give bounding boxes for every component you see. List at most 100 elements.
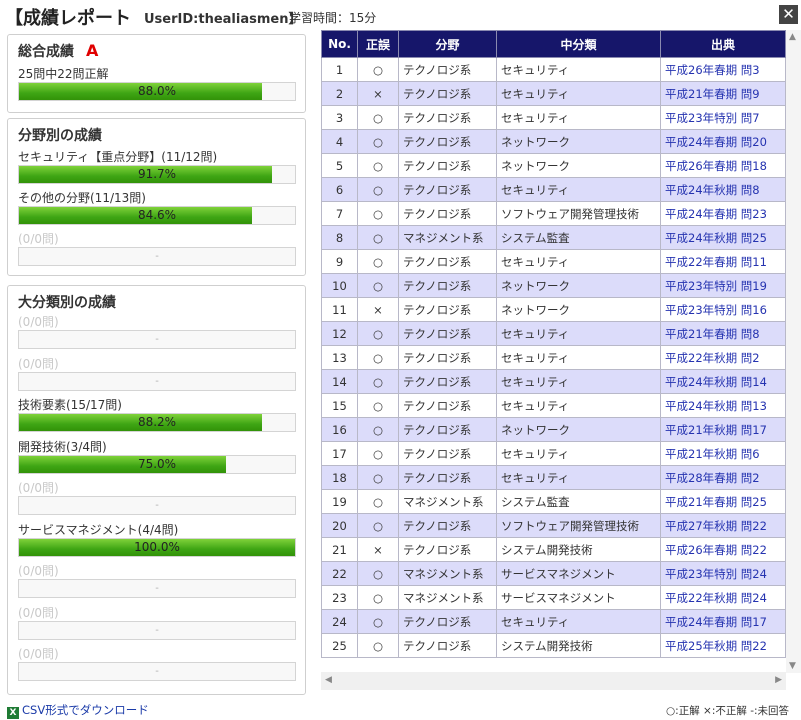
table-row[interactable]: 7 ○ テクノロジ系 ソフトウェア開発管理技術 平成24年春期 問23 — [321, 201, 786, 226]
cell-no: 13 — [321, 345, 358, 370]
table-row[interactable]: 21 × テクノロジ系 システム開発技術 平成26年春期 問22 — [321, 537, 786, 562]
cell-field: テクノロジ系 — [398, 369, 497, 394]
results-table: No. 正誤 分野 中分類 出典 1 ○ テクノロジ系 セキュリティ 平成26年春期 問… — [321, 30, 786, 658]
table-row[interactable]: 13 ○ テクノロジ系 セキュリティ 平成22年秋期 問2 — [321, 345, 786, 370]
cell-subcategory: サービスマネジメント — [496, 561, 661, 586]
cell-no: 18 — [321, 465, 358, 490]
cell-no: 2 — [321, 81, 358, 106]
field-results-panel: 分野別の成績 セキュリティ【重点分野】(11/12問) 91.7% その他の分野(1… — [7, 118, 306, 276]
table-row[interactable]: 5 ○ テクノロジ系 ネットワーク 平成26年春期 問18 — [321, 153, 786, 178]
horizontal-scrollbar[interactable]: ◀ ▶ — [321, 672, 786, 690]
table-row[interactable]: 1 ○ テクノロジ系 セキュリティ 平成26年春期 問3 — [321, 57, 786, 82]
table-row[interactable]: 2 × テクノロジ系 セキュリティ 平成21年春期 問9 — [321, 81, 786, 106]
cell-no: 23 — [321, 585, 358, 610]
major-item-progress-bar: 100.0% — [18, 537, 296, 557]
csv-download-link[interactable]: X CSV形式でダウンロード — [7, 702, 149, 719]
table-row[interactable]: 6 ○ テクノロジ系 セキュリティ 平成24年秋期 問8 — [321, 177, 786, 202]
major-item-progress-text: - — [155, 624, 159, 636]
vertical-scrollbar[interactable]: ▲ ▼ — [786, 30, 801, 673]
cell-source[interactable]: 平成26年春期 問18 — [660, 153, 786, 178]
cell-result: ○ — [357, 369, 399, 394]
table-row[interactable]: 14 ○ テクノロジ系 セキュリティ 平成24年秋期 問14 — [321, 369, 786, 394]
cell-source[interactable]: 平成22年春期 問11 — [660, 249, 786, 274]
cell-subcategory: サービスマネジメント — [496, 585, 661, 610]
cell-source[interactable]: 平成25年秋期 問22 — [660, 633, 786, 658]
table-row[interactable]: 22 ○ マネジメント系 サービスマネジメント 平成23年特別 問24 — [321, 561, 786, 586]
cell-source[interactable]: 平成24年秋期 問13 — [660, 393, 786, 418]
cell-source[interactable]: 平成23年特別 問16 — [660, 297, 786, 322]
cell-field: テクノロジ系 — [398, 273, 497, 298]
col-header-result[interactable]: 正誤 — [357, 30, 399, 58]
table-row[interactable]: 19 ○ マネジメント系 システム監査 平成21年春期 問25 — [321, 489, 786, 514]
cell-subcategory: セキュリティ — [496, 393, 661, 418]
table-row[interactable]: 17 ○ テクノロジ系 セキュリティ 平成21年秋期 問6 — [321, 441, 786, 466]
cell-source[interactable]: 平成24年秋期 問14 — [660, 369, 786, 394]
cell-source[interactable]: 平成28年春期 問2 — [660, 465, 786, 490]
cell-source[interactable]: 平成21年秋期 問17 — [660, 417, 786, 442]
table-row[interactable]: 23 ○ マネジメント系 サービスマネジメント 平成22年秋期 問24 — [321, 585, 786, 610]
cell-no: 3 — [321, 105, 358, 130]
cell-source[interactable]: 平成22年秋期 問24 — [660, 585, 786, 610]
table-row[interactable]: 16 ○ テクノロジ系 ネットワーク 平成21年秋期 問17 — [321, 417, 786, 442]
table-row[interactable]: 8 ○ マネジメント系 システム監査 平成24年秋期 問25 — [321, 225, 786, 250]
cell-source[interactable]: 平成26年春期 問3 — [660, 57, 786, 82]
scroll-up-arrow-icon[interactable]: ▲ — [789, 32, 796, 42]
major-item-progress-bar: - — [18, 496, 296, 515]
cell-no: 20 — [321, 513, 358, 538]
table-row[interactable]: 20 ○ テクノロジ系 ソフトウェア開発管理技術 平成27年秋期 問22 — [321, 513, 786, 538]
table-row[interactable]: 3 ○ テクノロジ系 セキュリティ 平成23年特別 問7 — [321, 105, 786, 130]
col-header-no[interactable]: No. — [321, 30, 358, 58]
cell-source[interactable]: 平成21年春期 問25 — [660, 489, 786, 514]
cell-source[interactable]: 平成21年春期 問9 — [660, 81, 786, 106]
cell-result: ○ — [357, 153, 399, 178]
cell-field: テクノロジ系 — [398, 129, 497, 154]
cell-source[interactable]: 平成23年特別 問7 — [660, 105, 786, 130]
cell-source[interactable]: 平成21年春期 問8 — [660, 321, 786, 346]
table-row[interactable]: 25 ○ テクノロジ系 システム開発技術 平成25年秋期 問22 — [321, 633, 786, 658]
cell-source[interactable]: 平成22年秋期 問2 — [660, 345, 786, 370]
scroll-down-arrow-icon[interactable]: ▼ — [789, 661, 796, 671]
close-button[interactable]: ✕ — [779, 5, 798, 24]
col-header-field[interactable]: 分野 — [398, 30, 497, 58]
table-row[interactable]: 24 ○ テクノロジ系 セキュリティ 平成24年春期 問17 — [321, 609, 786, 634]
cell-source[interactable]: 平成21年秋期 問6 — [660, 441, 786, 466]
scroll-left-arrow-icon[interactable]: ◀ — [325, 675, 332, 685]
cell-source[interactable]: 平成26年春期 問22 — [660, 537, 786, 562]
table-row[interactable]: 4 ○ テクノロジ系 ネットワーク 平成24年春期 問20 — [321, 129, 786, 154]
cell-no: 12 — [321, 321, 358, 346]
cell-source[interactable]: 平成27年秋期 問22 — [660, 513, 786, 538]
cell-field: テクノロジ系 — [398, 609, 497, 634]
cell-subcategory: ソフトウェア開発管理技術 — [496, 513, 661, 538]
excel-file-icon: X — [7, 707, 19, 719]
cell-result: ○ — [357, 105, 399, 130]
cell-source[interactable]: 平成24年春期 問23 — [660, 201, 786, 226]
results-table-container[interactable]: No. 正誤 分野 中分類 出典 1 ○ テクノロジ系 セキュリティ 平成26年春期 問… — [321, 30, 786, 658]
table-header-row: No. 正誤 分野 中分類 出典 — [321, 30, 786, 58]
cell-source[interactable]: 平成24年秋期 問25 — [660, 225, 786, 250]
major-item-progress-text: - — [155, 500, 159, 511]
col-header-source[interactable]: 出典 — [660, 30, 786, 58]
field-item-label: (0/0問) — [18, 232, 59, 246]
cell-source[interactable]: 平成23年特別 問24 — [660, 561, 786, 586]
table-row[interactable]: 11 × テクノロジ系 ネットワーク 平成23年特別 問16 — [321, 297, 786, 322]
cell-source[interactable]: 平成24年春期 問20 — [660, 129, 786, 154]
major-item-label: (0/0問) — [18, 481, 59, 495]
table-row[interactable]: 9 ○ テクノロジ系 セキュリティ 平成22年春期 問11 — [321, 249, 786, 274]
scroll-right-arrow-icon[interactable]: ▶ — [775, 675, 782, 685]
table-row[interactable]: 18 ○ テクノロジ系 セキュリティ 平成28年春期 問2 — [321, 465, 786, 490]
cell-no: 6 — [321, 177, 358, 202]
cell-result: ○ — [357, 345, 399, 370]
cell-source[interactable]: 平成24年秋期 問8 — [660, 177, 786, 202]
overall-progress-text: 88.0% — [137, 84, 177, 98]
major-heading: 大分類別の成績 — [18, 295, 116, 311]
cell-no: 5 — [321, 153, 358, 178]
cell-source[interactable]: 平成24年春期 問17 — [660, 609, 786, 634]
table-row[interactable]: 15 ○ テクノロジ系 セキュリティ 平成24年秋期 問13 — [321, 393, 786, 418]
table-row[interactable]: 10 ○ テクノロジ系 ネットワーク 平成23年特別 問19 — [321, 273, 786, 298]
cell-no: 22 — [321, 561, 358, 586]
cell-source[interactable]: 平成23年特別 問19 — [660, 273, 786, 298]
cell-result: ○ — [357, 633, 399, 658]
table-row[interactable]: 12 ○ テクノロジ系 セキュリティ 平成21年春期 問8 — [321, 321, 786, 346]
cell-no: 10 — [321, 273, 358, 298]
col-header-subcategory[interactable]: 中分類 — [496, 30, 661, 58]
